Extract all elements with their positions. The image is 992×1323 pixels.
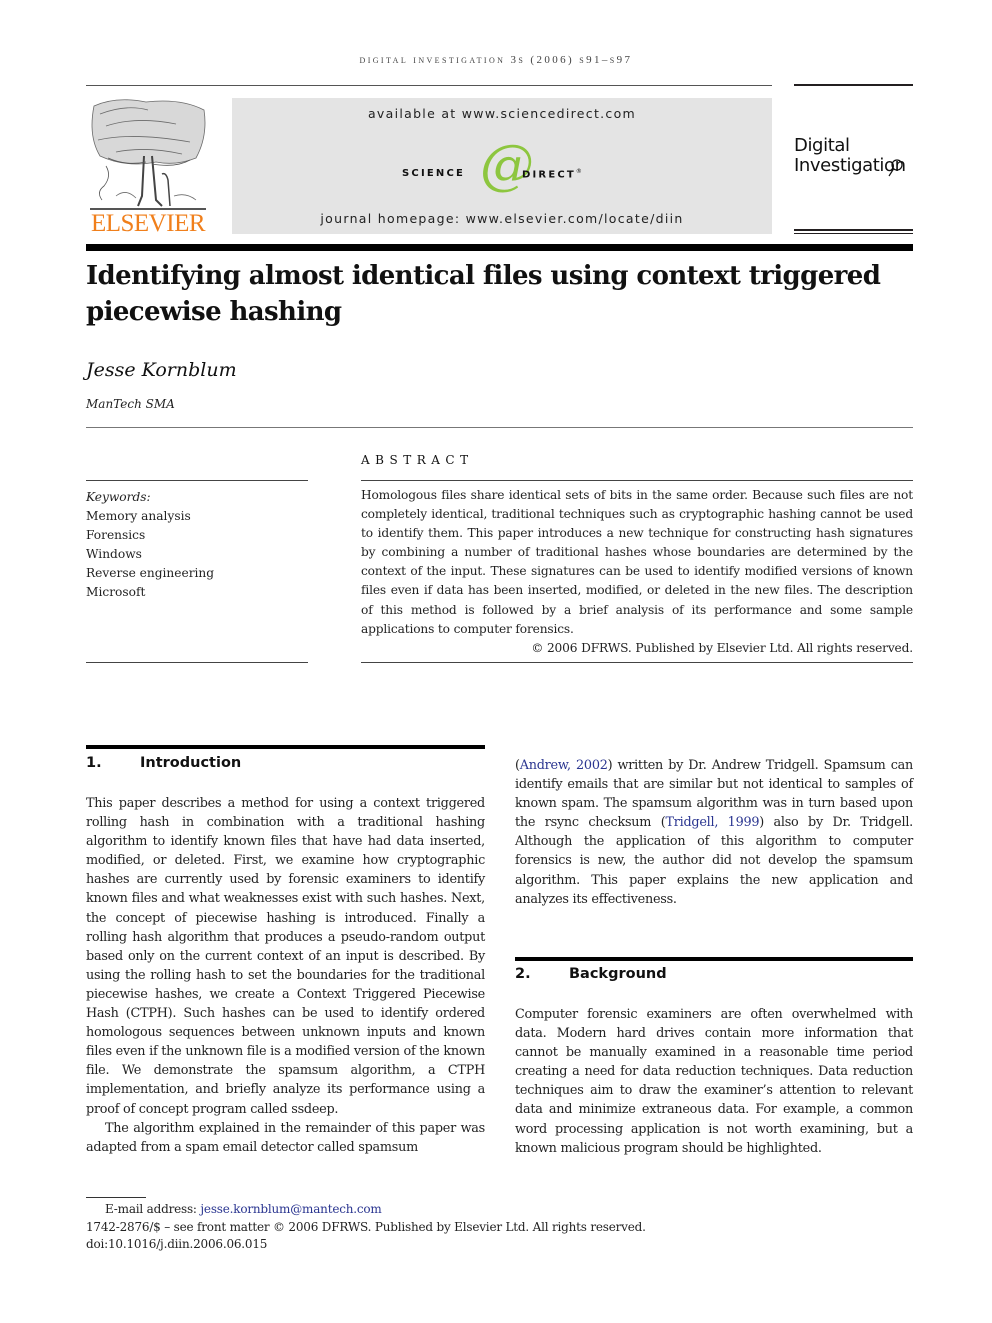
keywords-rule-top [86,480,308,481]
journal-logo-rule-a [794,229,913,231]
abstract-body: Homologous files share identical sets of… [361,486,913,658]
running-head: Digital Investigation 3S (2006) S91–S97 [359,54,633,66]
abstract-rule-bottom [361,662,913,663]
section-title: Background [569,966,667,982]
keyword-item: Reverse engineering [86,566,215,581]
sciencedirect-banner: available at www.sciencedirect.com SCIEN… [232,98,772,234]
keywords-rule-bottom [86,662,308,663]
abstract-copyright: © 2006 DFRWS. Published by Elsevier Ltd.… [531,640,913,655]
front-matter: 1742-2876/$ – see front matter © 2006 DF… [86,1219,646,1234]
keyword-item: Forensics [86,528,146,543]
footnote: E-mail address: jesse.kornblum@mantech.c… [86,1201,686,1254]
journal-logo-line2-wrap: Investigation [794,156,918,177]
introduction-continuation: (Andrew, 2002) written by Dr. Andrew Tri… [515,756,913,909]
journal-logo-line1: Digital [794,135,850,156]
section-number: 2. [515,966,531,982]
section-number: 1. [86,755,102,771]
background-body: Computer forensic examiners are often ov… [515,1005,913,1158]
journal-logo-rule-b [794,233,913,234]
paragraph: Computer forensic examiners are often ov… [515,1007,913,1156]
available-at-link[interactable]: available at www.sciencedirect.com [232,106,772,121]
author-name: Jesse Kornblum [86,359,237,381]
email-label: E-mail address: [105,1202,201,1216]
keywords-block: Keywords: Memory analysis Forensics Wind… [86,488,308,603]
sciencedirect-right-word: DIRECT [522,169,576,181]
header-rule-left [86,85,772,86]
keyword-item: Memory analysis [86,509,191,524]
keywords-label: Keywords: [86,490,151,504]
section-heading-background: 2. Background [515,966,667,982]
registered-mark: ® [575,168,585,175]
section2-rule [515,957,913,961]
email-line: E-mail address: jesse.kornblum@mantech.c… [86,1201,686,1219]
doi[interactable]: doi:10.1016/j.diin.2006.06.015 [86,1236,686,1254]
header-thick-bar [86,244,913,251]
journal-logo: Digital Investigation [794,135,918,177]
header-rule-right-top [794,84,913,86]
abstract-rule-top [361,480,913,481]
article-title: Identifying almost identical files using… [86,261,881,327]
email-link[interactable]: jesse.kornblum@mantech.com [200,1202,381,1216]
author-affiliation: ManTech SMA [86,397,175,411]
section-title: Introduction [140,755,242,771]
citation-link[interactable]: Tridgell, 1999 [665,815,759,830]
abstract-text: Homologous files share identical sets of… [361,488,913,636]
journal-homepage-link[interactable]: journal homepage: www.elsevier.com/locat… [232,211,772,226]
citation-link[interactable]: Andrew, 2002 [520,758,608,773]
paragraph: This paper describes a method for using … [86,796,485,1117]
title-block-rule [86,427,913,428]
paragraph: The algorithm explained in the remainder… [86,1120,485,1155]
sciencedirect-right-text: DIRECT® [522,168,584,180]
keyword-item: Windows [86,547,142,562]
section1-rule [86,745,485,749]
section-heading-introduction: 1. Introduction [86,755,241,771]
introduction-body: This paper describes a method for using … [86,794,485,1157]
elsevier-wordmark: ELSEVIER [90,210,206,237]
sciencedirect-at-icon: @ [480,133,534,196]
paragraph: (Andrew, 2002) written by Dr. Andrew Tri… [515,756,913,909]
sciencedirect-left-text: SCIENCE [402,168,466,179]
footnote-rule [86,1197,146,1198]
abstract-heading: ABSTRACT [361,453,474,467]
magnifying-glass-icon [888,159,903,177]
keyword-item: Microsoft [86,585,146,600]
sciencedirect-logo[interactable]: SCIENCE @ DIRECT® [400,138,610,198]
